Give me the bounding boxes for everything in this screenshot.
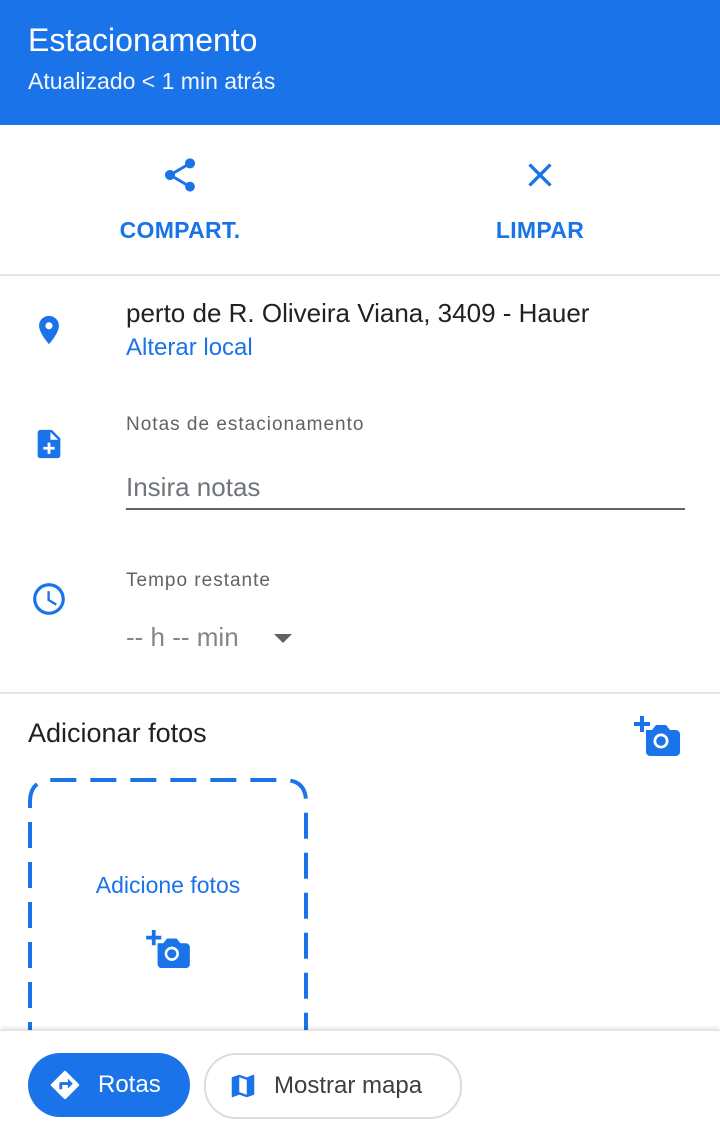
divider bbox=[0, 274, 720, 276]
clear-label: LIMPAR bbox=[495, 217, 585, 243]
time-remaining-value: -- h -- min bbox=[126, 622, 239, 652]
last-updated-text: Atualizado < 1 min atrás bbox=[28, 68, 276, 94]
add-photo-camera-icon bbox=[146, 930, 190, 968]
dashed-border bbox=[28, 778, 308, 1048]
parking-screen: Estacionamento Atualizado < 1 min atrás … bbox=[0, 0, 720, 1134]
share-button[interactable]: COMPART. bbox=[0, 125, 360, 275]
dropdown-caret-icon bbox=[274, 634, 292, 643]
notes-input[interactable] bbox=[126, 466, 685, 510]
change-location-link[interactable]: Alterar local bbox=[126, 332, 253, 364]
action-row: COMPART. LIMPAR bbox=[0, 125, 720, 275]
clock-icon bbox=[33, 583, 65, 615]
add-photos-dropzone[interactable]: Adicione fotos bbox=[28, 778, 308, 1048]
show-map-button[interactable]: Mostrar mapa bbox=[204, 1053, 462, 1119]
time-remaining-label: Tempo restante bbox=[126, 570, 271, 591]
parking-address: perto de R. Oliveira Viana, 3409 - Hauer bbox=[126, 298, 590, 328]
add-photos-box-label: Adicione fotos bbox=[95, 872, 241, 898]
notes-label: Notas de estacionamento bbox=[126, 414, 365, 435]
routes-button[interactable]: Rotas bbox=[28, 1053, 190, 1117]
add-photo-camera-icon[interactable] bbox=[634, 716, 680, 756]
map-icon bbox=[231, 1074, 255, 1098]
show-map-label: Mostrar mapa bbox=[274, 1072, 423, 1099]
clear-button[interactable]: LIMPAR bbox=[360, 125, 720, 275]
note-add-icon bbox=[37, 429, 61, 459]
directions-icon bbox=[50, 1070, 80, 1100]
divider bbox=[0, 692, 720, 694]
share-label: COMPART. bbox=[119, 217, 241, 243]
page-title: Estacionamento bbox=[28, 22, 258, 58]
share-icon bbox=[165, 158, 195, 192]
location-pin-icon bbox=[39, 315, 59, 345]
close-icon bbox=[528, 163, 552, 187]
routes-label: Rotas bbox=[98, 1071, 161, 1098]
bottom-action-bar: Rotas Mostrar mapa bbox=[0, 1030, 720, 1134]
time-remaining-dropdown[interactable]: -- h -- min bbox=[126, 620, 306, 660]
app-header: Estacionamento Atualizado < 1 min atrás bbox=[0, 0, 720, 125]
add-photos-heading: Adicionar fotos bbox=[28, 718, 207, 748]
